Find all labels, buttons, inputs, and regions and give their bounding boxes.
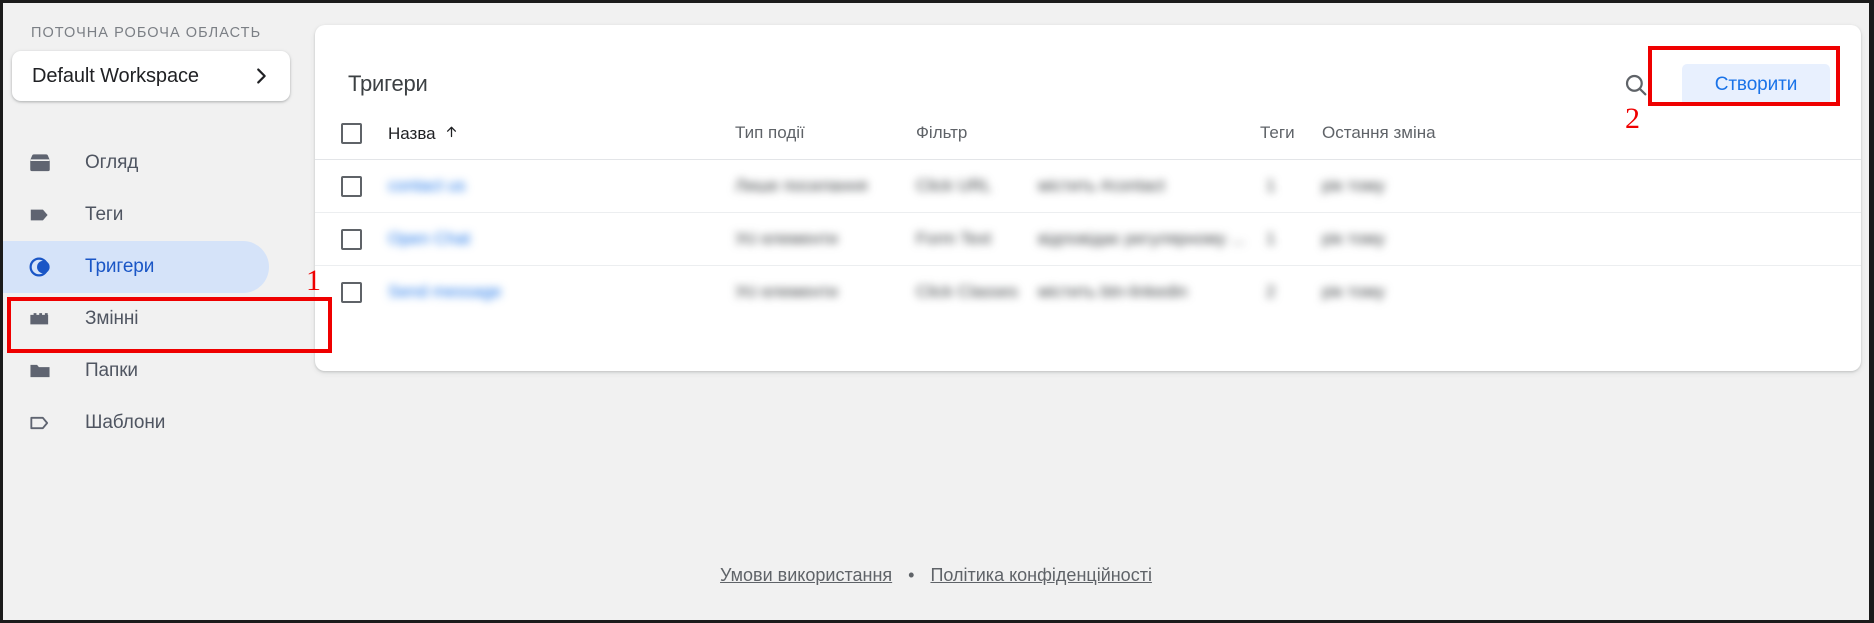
column-header-name[interactable]: Назва (388, 123, 460, 145)
column-header-last-changed[interactable]: Остання зміна (1322, 123, 1436, 143)
sidebar-item-label: Шаблони (85, 412, 166, 433)
page-title: Тригери (348, 71, 428, 96)
sidebar-item-label: Папки (85, 360, 138, 381)
template-tag-outline-icon (27, 410, 61, 436)
variables-brick-icon (27, 306, 61, 332)
workspace-section-label: ПОТОЧНА РОБОЧА ОБЛАСТЬ (31, 25, 262, 41)
row-checkbox[interactable] (341, 282, 362, 303)
trigger-event-type: Усі елементи (735, 229, 838, 248)
column-header-name-label: Назва (388, 124, 436, 143)
trigger-last-changed: рік тому (1322, 176, 1385, 195)
arrow-up-icon (443, 123, 460, 145)
trigger-tags-count: 1 (1266, 229, 1276, 248)
sidebar-item-tags[interactable]: Теги (3, 189, 315, 241)
trigger-name-link[interactable]: contact us (388, 176, 466, 196)
table-header-row: Назва Тип події Фільтр Теги Остання змін… (315, 107, 1861, 160)
column-header-event-type[interactable]: Тип події (735, 123, 805, 143)
trigger-filter-chip: Form Text (916, 229, 992, 248)
trigger-name-link[interactable]: Open Chat (388, 229, 470, 249)
trigger-name-link[interactable]: Send message (388, 282, 501, 302)
row-checkbox[interactable] (341, 229, 362, 250)
column-header-filter[interactable]: Фільтр (916, 123, 967, 143)
sidebar-item-label: Тригери (85, 256, 155, 277)
trigger-last-changed: рік тому (1322, 229, 1385, 248)
sidebar-item-label: Огляд (85, 152, 139, 173)
trigger-event-type: Лише посилання (735, 176, 868, 195)
table-row[interactable]: Open Chat Усі елементи Form Text відпові… (315, 213, 1861, 266)
trigger-filter-condition: відповідає регулярному ... (1038, 229, 1245, 248)
create-button[interactable]: Створити (1682, 64, 1830, 106)
sidebar-item-label: Теги (85, 204, 124, 225)
triggers-card: Тригери Створити Назва Тип події Фільтр … (315, 25, 1861, 371)
table-row[interactable]: Send message Усі елементи Click Classes … (315, 266, 1861, 318)
sidebar-item-overview[interactable]: Огляд (3, 137, 315, 189)
terms-of-service-link[interactable]: Умови використання (720, 565, 892, 586)
folder-icon (27, 358, 61, 384)
privacy-policy-link[interactable]: Політика конфіденційності (930, 565, 1151, 586)
trigger-tags-count: 1 (1266, 176, 1276, 195)
gtm-workspace-page: ПОТОЧНА РОБОЧА ОБЛАСТЬ Default Workspace… (3, 3, 1869, 620)
sidebar-item-folders[interactable]: Папки (3, 345, 315, 397)
sidebar-item-variables[interactable]: Змінні (3, 293, 315, 345)
column-header-tags[interactable]: Теги (1260, 123, 1295, 143)
workspace-name: Default Workspace (32, 64, 199, 87)
trigger-event-type: Усі елементи (735, 282, 838, 301)
footer: Умови використання • Політика конфіденці… (3, 530, 1869, 620)
search-icon[interactable] (1614, 63, 1658, 107)
tag-icon (27, 202, 61, 228)
footer-separator: • (908, 564, 915, 585)
trigger-last-changed: рік тому (1322, 282, 1385, 301)
trigger-filter-condition: містить #contact (1038, 176, 1165, 195)
trigger-filter-chip: Click Classes (916, 282, 1019, 301)
trigger-filter-chip: Click URL (916, 176, 992, 195)
chevron-right-icon (250, 65, 272, 87)
sidebar-item-triggers[interactable]: Тригери (3, 241, 315, 293)
workspace-selector[interactable]: Default Workspace (12, 51, 290, 101)
trigger-tags-count: 2 (1266, 282, 1276, 301)
card-header: Тригери Створити (315, 25, 1861, 107)
sidebar-nav: Огляд Теги Тригери Змінні Папки Шаблони (3, 137, 315, 449)
table-row[interactable]: contact us Лише посилання Click URL міст… (315, 160, 1861, 213)
sidebar-item-templates[interactable]: Шаблони (3, 397, 315, 449)
row-checkbox[interactable] (341, 176, 362, 197)
select-all-checkbox[interactable] (341, 123, 362, 144)
sidebar: ПОТОЧНА РОБОЧА ОБЛАСТЬ Default Workspace… (3, 3, 315, 620)
browser-window: ПОТОЧНА РОБОЧА ОБЛАСТЬ Default Workspace… (0, 0, 1874, 623)
overview-box-icon (27, 150, 61, 176)
trigger-circles-icon (27, 253, 61, 281)
sidebar-item-label: Змінні (85, 308, 139, 329)
trigger-filter-condition: містить btn-linkedin (1038, 282, 1188, 301)
